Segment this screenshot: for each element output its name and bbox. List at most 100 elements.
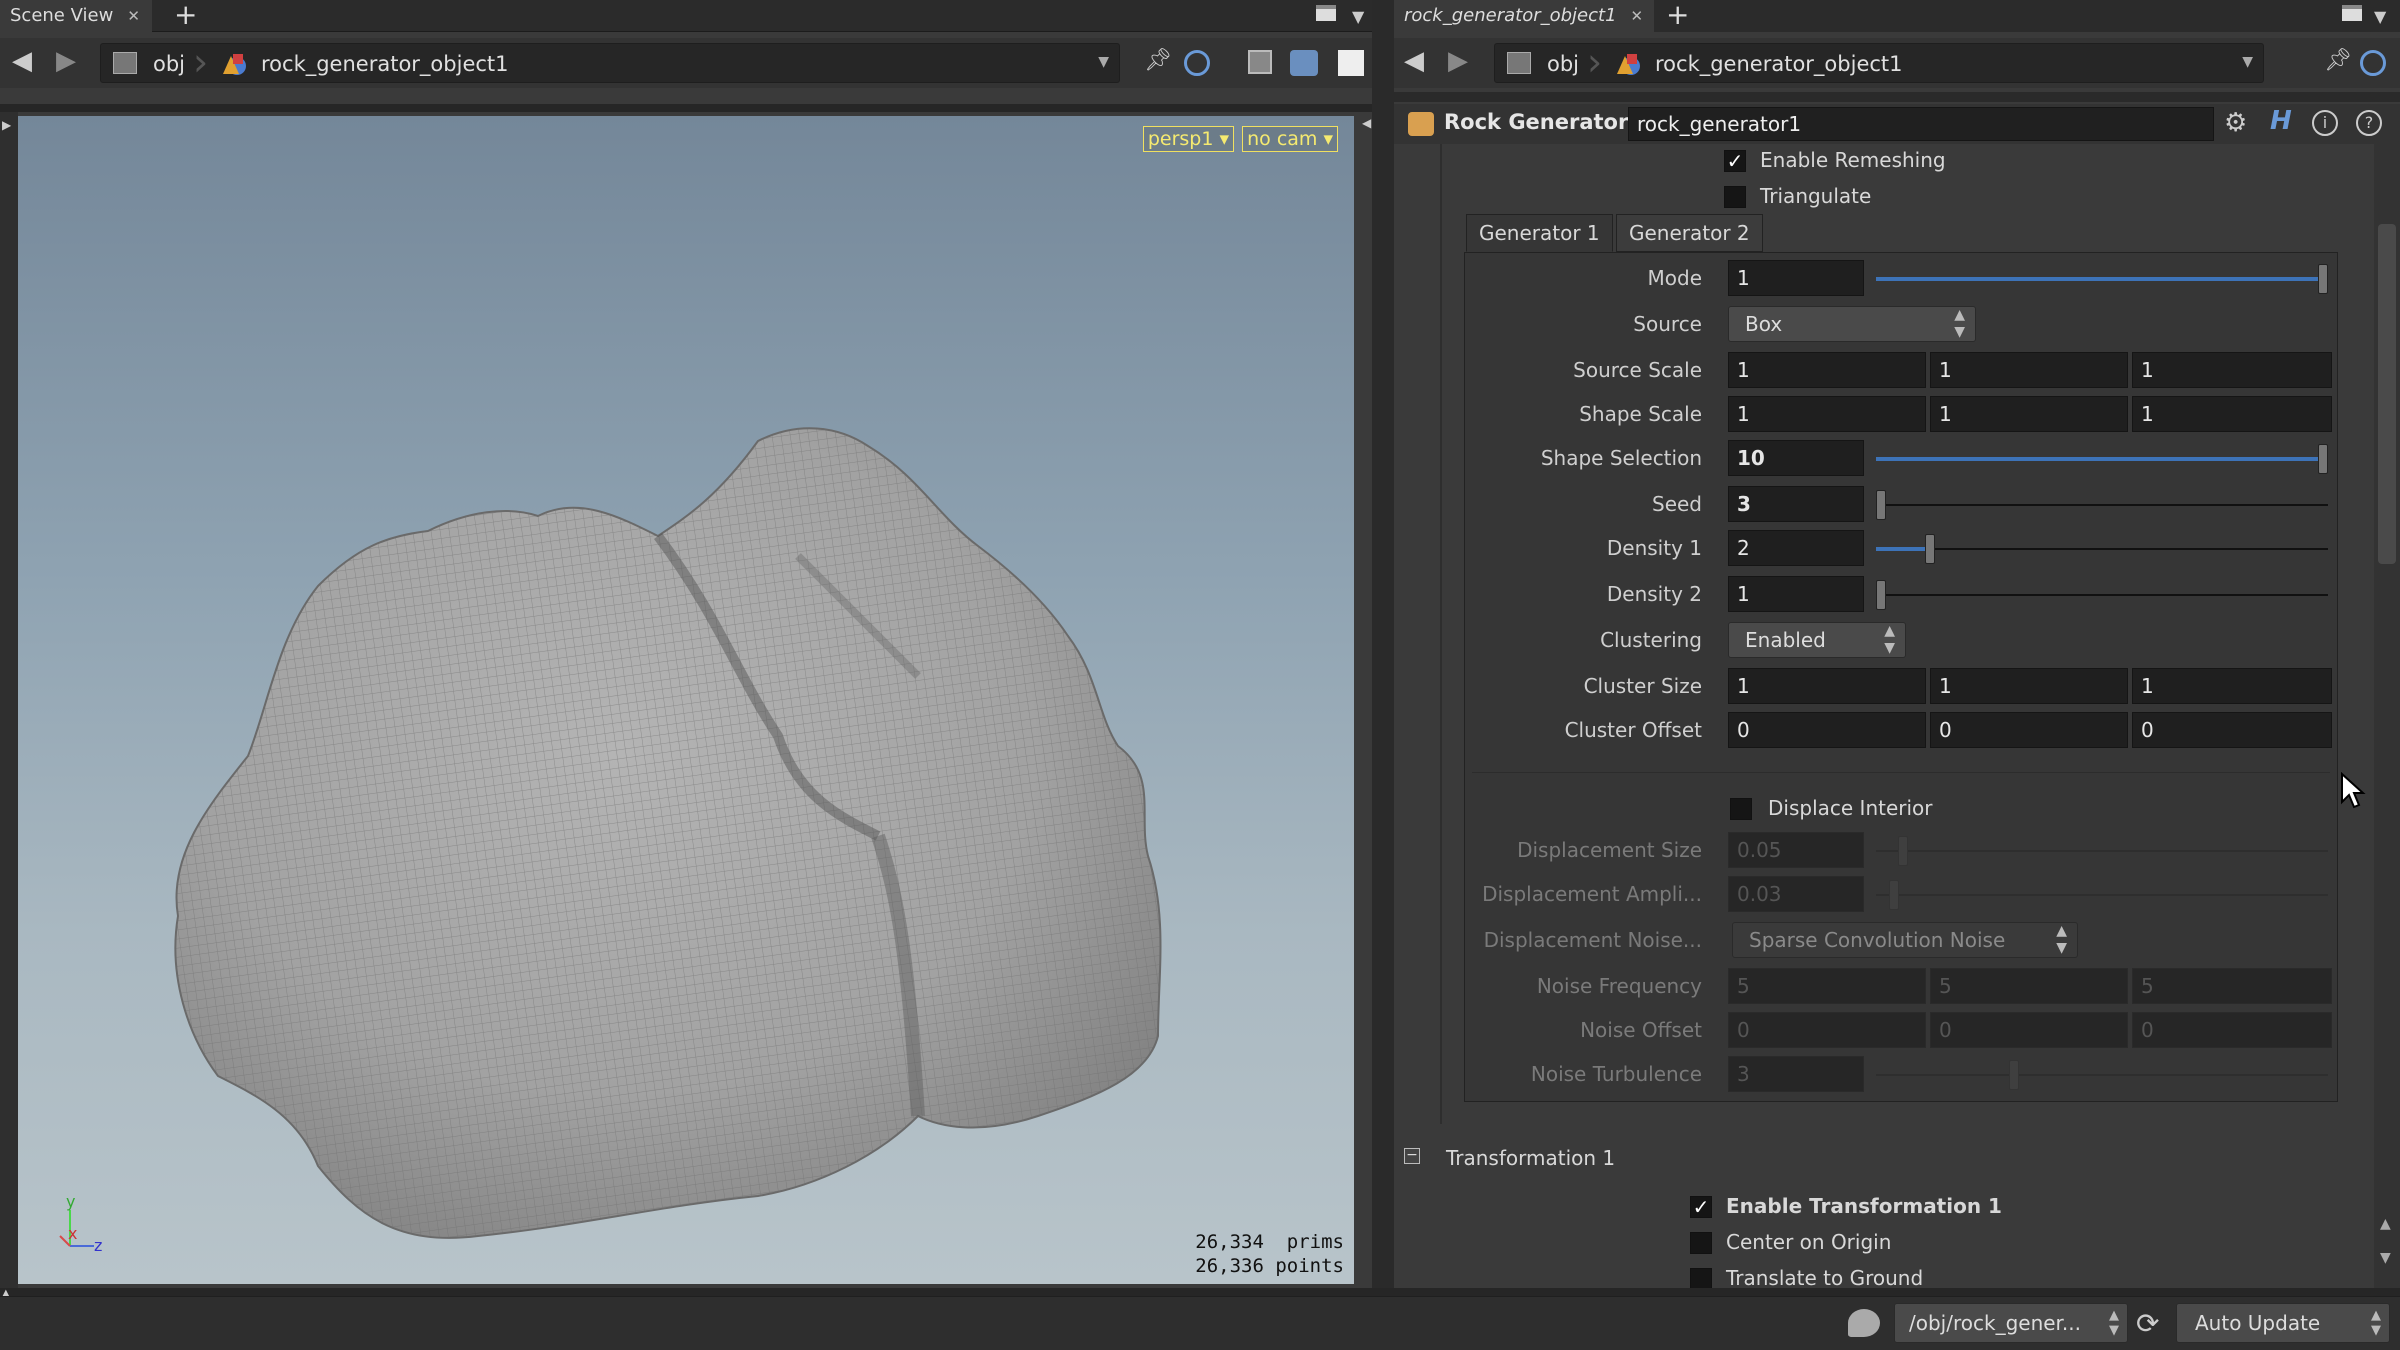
noise-offset-y-field[interactable]: 0: [1930, 1012, 2128, 1048]
density-1-slider[interactable]: [1876, 534, 2328, 564]
forward-arrow-icon[interactable]: ▶: [1448, 48, 1468, 74]
transformation-folder-label[interactable]: Transformation 1: [1446, 1146, 1615, 1170]
density-2-field[interactable]: 1: [1728, 576, 1864, 612]
path-history-dropdown-icon[interactable]: ▼: [1098, 54, 1109, 70]
density-2-slider[interactable]: [1876, 580, 2328, 610]
source-scale-y-field[interactable]: 1: [1930, 352, 2128, 388]
expand-arrow-icon[interactable]: ▶: [2, 118, 11, 132]
mode-field[interactable]: 1: [1728, 260, 1864, 296]
noise-frequency-z-field[interactable]: 5: [2132, 968, 2332, 1004]
displacement-size-field[interactable]: 0.05: [1728, 832, 1864, 868]
path-history-dropdown-icon[interactable]: ▼: [2242, 54, 2253, 70]
toggle-background-icon[interactable]: [1338, 50, 1364, 76]
center-on-origin-checkbox[interactable]: [1690, 1232, 1712, 1254]
path-bar[interactable]: obj › rock_generator_object1 ▼: [100, 43, 1120, 83]
noise-frequency-y-field[interactable]: 5: [1930, 968, 2128, 1004]
shape-scale-z-field[interactable]: 1: [2132, 396, 2332, 432]
mode-slider-knob[interactable]: [2318, 264, 2328, 294]
chevron-down-icon[interactable]: ▼: [1352, 6, 1364, 28]
collapse-folder-icon[interactable]: −: [1404, 1148, 1420, 1164]
tab-scene-view[interactable]: Scene View ✕: [0, 0, 152, 32]
link-icon[interactable]: [1184, 50, 1210, 76]
update-path-dropdown[interactable]: /obj/rock_gener... ▲ ▼: [1894, 1303, 2128, 1343]
tab-generator-2[interactable]: Generator 2: [1616, 214, 1763, 252]
back-arrow-icon[interactable]: ◀: [12, 48, 32, 74]
path-bar[interactable]: obj › rock_generator_object1 ▼: [1494, 43, 2264, 83]
translate-to-ground-checkbox[interactable]: [1690, 1268, 1712, 1288]
viewport-right-arrow-icon[interactable]: ◀: [1362, 116, 1371, 130]
seed-slider-knob[interactable]: [1876, 490, 1886, 520]
shape-selection-field[interactable]: 10: [1728, 440, 1864, 476]
cluster-size-y-field[interactable]: 1: [1930, 668, 2128, 704]
noise-offset-x-field[interactable]: 0: [1728, 1012, 1926, 1048]
info-icon[interactable]: i: [2312, 110, 2338, 136]
density-1-slider-knob[interactable]: [1924, 534, 1935, 564]
noise-turbulence-slider[interactable]: [1876, 1060, 2328, 1090]
tab-generator-1[interactable]: Generator 1: [1466, 214, 1613, 252]
density-1-field[interactable]: 2: [1728, 530, 1864, 566]
gear-icon[interactable]: ⚙: [2224, 110, 2247, 136]
scroll-down-icon[interactable]: ▼: [2380, 1250, 2391, 1266]
message-bubble-icon[interactable]: [1848, 1309, 1880, 1337]
clustering-dropdown[interactable]: Enabled ▲ ▼: [1728, 622, 1906, 658]
source-scale-x-field[interactable]: 1: [1728, 352, 1926, 388]
pin-icon[interactable]: 📌︎: [1144, 50, 1172, 72]
path-root[interactable]: obj: [1547, 52, 1579, 76]
source-scale-z-field[interactable]: 1: [2132, 352, 2332, 388]
scrollbar-thumb[interactable]: [2378, 224, 2396, 564]
triangulate-checkbox[interactable]: [1724, 186, 1746, 208]
displacement-amplitude-slider[interactable]: [1876, 880, 2328, 910]
displacement-amplitude-field[interactable]: 0.03: [1728, 876, 1864, 912]
3d-viewport[interactable]: persp1 ▾ no cam ▾ y x z 26,334 prims 26,3…: [18, 116, 1354, 1284]
seed-field[interactable]: 3: [1728, 486, 1864, 522]
seed-slider[interactable]: [1876, 490, 2328, 520]
link-icon[interactable]: [2360, 50, 2386, 76]
cluster-size-z-field[interactable]: 1: [2132, 668, 2332, 704]
enable-transformation-checkbox[interactable]: ✓: [1690, 1196, 1712, 1218]
cluster-size-x-field[interactable]: 1: [1728, 668, 1926, 704]
maximize-icon[interactable]: [1316, 5, 1336, 21]
cam-menu-button[interactable]: no cam ▾: [1242, 126, 1338, 152]
displace-interior-checkbox[interactable]: [1730, 798, 1752, 820]
back-arrow-icon[interactable]: ◀: [1404, 48, 1424, 74]
refresh-icon[interactable]: ⟳: [2136, 1307, 2159, 1340]
cluster-offset-z-field[interactable]: 0: [2132, 712, 2332, 748]
update-mode-dropdown[interactable]: Auto Update ▲ ▼: [2176, 1303, 2390, 1343]
view-camera-icon[interactable]: [1290, 50, 1318, 76]
shape-scale-y-field[interactable]: 1: [1930, 396, 2128, 432]
close-icon[interactable]: ✕: [1631, 7, 1644, 25]
path-node[interactable]: rock_generator_object1: [1655, 52, 1903, 76]
add-tab-icon[interactable]: +: [1666, 0, 1689, 30]
help-h-icon[interactable]: H: [2270, 108, 2292, 134]
noise-turbulence-field[interactable]: 3: [1728, 1056, 1864, 1092]
displacement-noise-dropdown[interactable]: Sparse Convolution Noise ▲ ▼: [1732, 922, 2078, 958]
chevron-down-icon[interactable]: ▼: [2374, 6, 2386, 28]
enable-remeshing-checkbox[interactable]: ✓: [1724, 150, 1746, 172]
display-options-icon[interactable]: [1248, 50, 1272, 74]
forward-arrow-icon[interactable]: ▶: [56, 48, 76, 74]
shape-scale-x-field[interactable]: 1: [1728, 396, 1926, 432]
noise-frequency-x-field[interactable]: 5: [1728, 968, 1926, 1004]
scroll-up-icon[interactable]: ▲: [2380, 1216, 2391, 1232]
cluster-offset-y-field[interactable]: 0: [1930, 712, 2128, 748]
add-tab-icon[interactable]: +: [174, 0, 197, 30]
source-dropdown[interactable]: Box ▲ ▼: [1728, 306, 1976, 342]
scrollbar-track[interactable]: ▲ ▼: [2374, 144, 2400, 1288]
noise-offset-z-field[interactable]: 0: [2132, 1012, 2332, 1048]
close-icon[interactable]: ✕: [127, 7, 140, 25]
shape-selection-slider-knob[interactable]: [2318, 444, 2328, 474]
path-root[interactable]: obj: [153, 52, 185, 76]
path-node[interactable]: rock_generator_object1: [261, 52, 509, 76]
mode-slider[interactable]: [1876, 264, 2328, 294]
maximize-icon[interactable]: [2342, 5, 2362, 21]
noise-turbulence-slider-knob[interactable]: [2008, 1060, 2019, 1090]
displacement-size-slider[interactable]: [1876, 836, 2328, 866]
density-2-slider-knob[interactable]: [1876, 580, 1886, 610]
shape-selection-slider[interactable]: [1876, 444, 2328, 474]
displacement-size-slider-knob[interactable]: [1898, 836, 1909, 866]
cluster-offset-x-field[interactable]: 0: [1728, 712, 1926, 748]
displacement-amplitude-slider-knob[interactable]: [1889, 880, 1900, 910]
node-name-field[interactable]: rock_generator1: [1628, 107, 2214, 141]
camera-menu-button[interactable]: persp1 ▾: [1142, 126, 1234, 152]
tab-parameters[interactable]: rock_generator_object1 ✕: [1394, 0, 1654, 32]
